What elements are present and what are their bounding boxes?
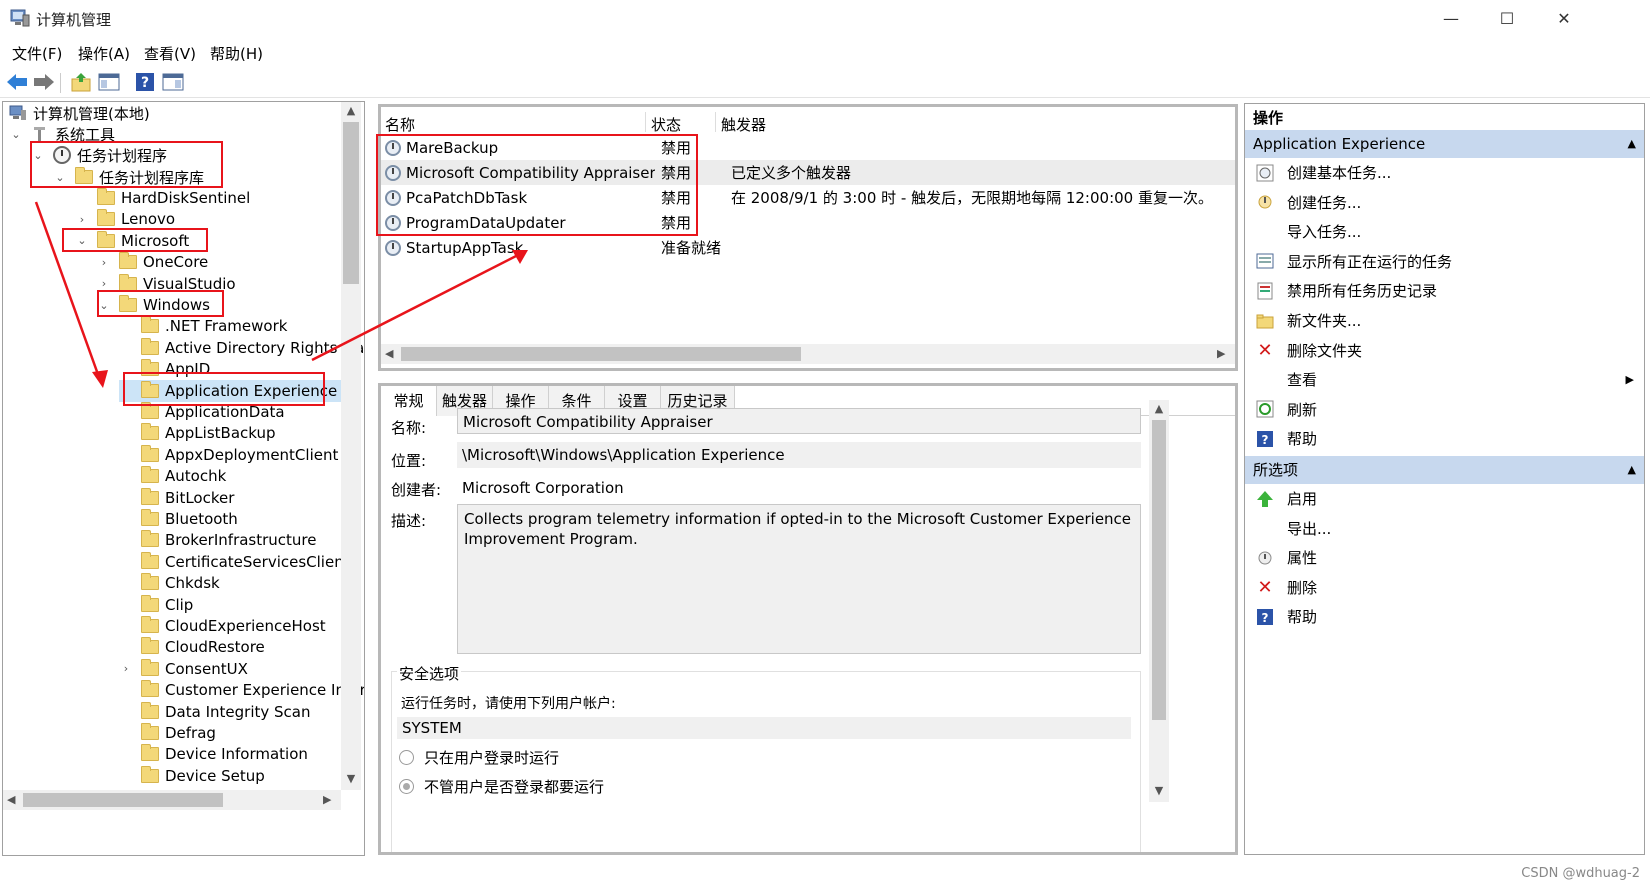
watermark: CSDN @wdhuag-2 [1521,866,1640,881]
annotation-arrows [34,201,528,388]
